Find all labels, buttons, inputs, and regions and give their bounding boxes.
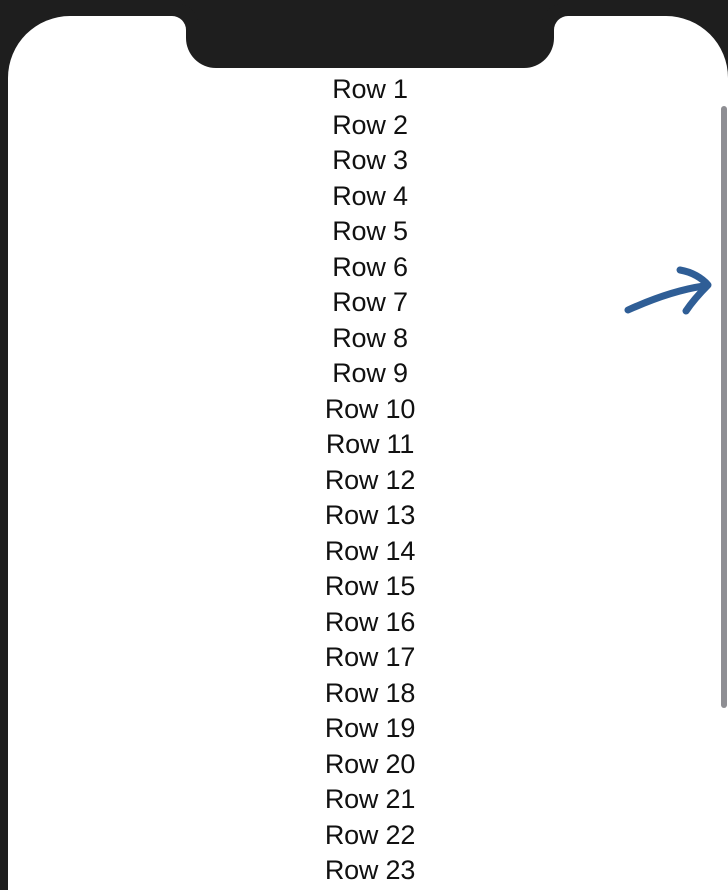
scroll-indicator[interactable]: [721, 106, 727, 708]
list-item[interactable]: Row 17: [8, 640, 728, 676]
list-item[interactable]: Row 23: [8, 853, 728, 889]
row-list[interactable]: Row 1 Row 2 Row 3 Row 4 Row 5 Row 6 Row …: [8, 72, 728, 889]
list-item[interactable]: Row 12: [8, 463, 728, 499]
list-item[interactable]: Row 2: [8, 108, 728, 144]
list-item[interactable]: Row 19: [8, 711, 728, 747]
list-item[interactable]: Row 1: [8, 72, 728, 108]
list-item[interactable]: Row 18: [8, 676, 728, 712]
list-item[interactable]: Row 16: [8, 605, 728, 641]
list-item[interactable]: Row 11: [8, 427, 728, 463]
list-item[interactable]: Row 4: [8, 179, 728, 215]
device-frame: Row 1 Row 2 Row 3 Row 4 Row 5 Row 6 Row …: [0, 0, 728, 890]
list-item[interactable]: Row 8: [8, 321, 728, 357]
list-item[interactable]: Row 9: [8, 356, 728, 392]
list-item[interactable]: Row 20: [8, 747, 728, 783]
list-item[interactable]: Row 5: [8, 214, 728, 250]
list-item[interactable]: Row 21: [8, 782, 728, 818]
list-item[interactable]: Row 22: [8, 818, 728, 854]
list-item[interactable]: Row 10: [8, 392, 728, 428]
list-item[interactable]: Row 3: [8, 143, 728, 179]
list-item[interactable]: Row 14: [8, 534, 728, 570]
list-item[interactable]: Row 13: [8, 498, 728, 534]
arrow-right-icon: [624, 266, 712, 315]
list-item[interactable]: Row 15: [8, 569, 728, 605]
device-notch: [186, 16, 554, 68]
